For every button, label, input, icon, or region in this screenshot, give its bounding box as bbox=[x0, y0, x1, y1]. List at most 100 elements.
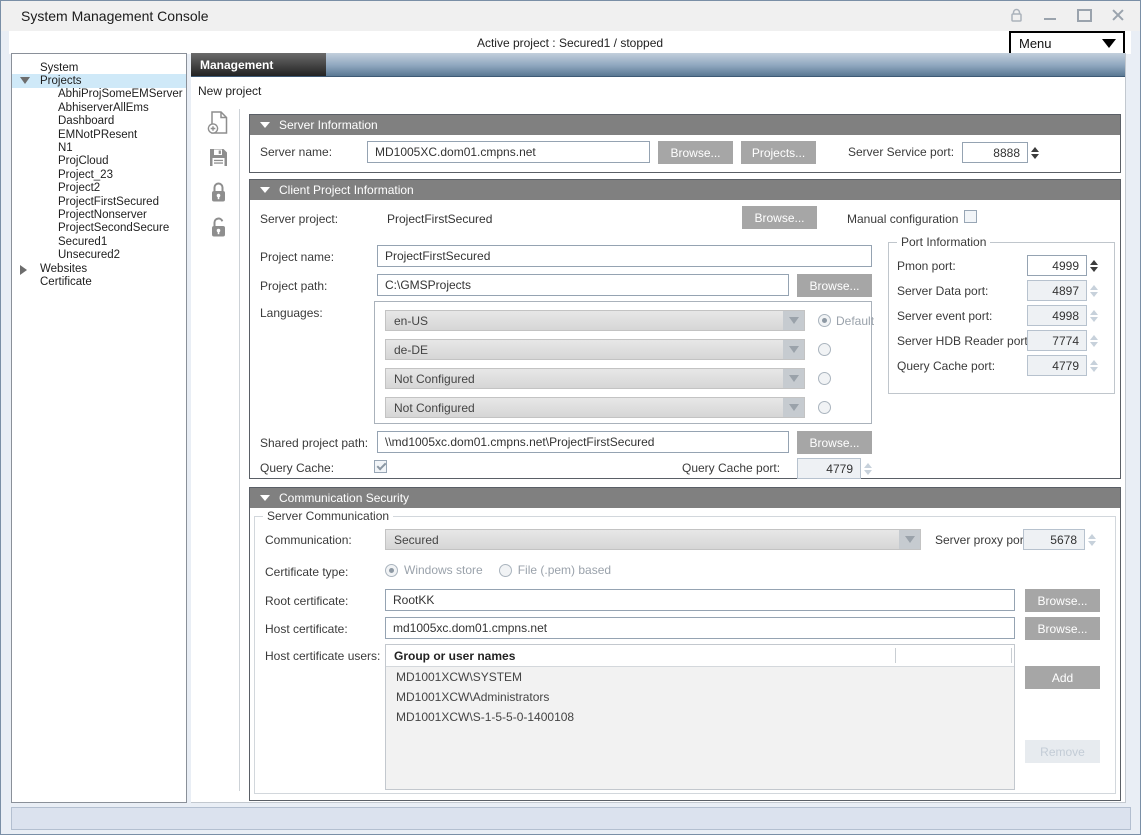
maximize-button[interactable] bbox=[1076, 7, 1092, 23]
server-information-header[interactable]: Server Information bbox=[250, 115, 1120, 135]
language-dropdown-3[interactable]: Not Configured bbox=[385, 368, 805, 389]
tree-item-projects[interactable]: Projects bbox=[12, 74, 186, 87]
menu-label: Menu bbox=[1019, 36, 1102, 51]
app-title: System Management Console bbox=[21, 8, 209, 24]
chevron-down-icon bbox=[783, 398, 804, 417]
port-information-legend: Port Information bbox=[897, 235, 990, 249]
unlock-button[interactable] bbox=[205, 214, 231, 240]
tree-item-websites[interactable]: Websites bbox=[12, 262, 186, 275]
server-hdb-reader-port-label: Server HDB Reader port: bbox=[897, 334, 1031, 348]
root-certificate-label: Root certificate: bbox=[265, 594, 348, 608]
tree-item-project[interactable]: ProjectFirstSecured bbox=[12, 195, 186, 208]
pmon-port-stepper[interactable] bbox=[1090, 260, 1098, 272]
save-button[interactable] bbox=[205, 144, 231, 170]
query-cache-port-label: Query Cache port: bbox=[682, 461, 780, 475]
status-strip bbox=[11, 807, 1131, 830]
host-certificate-input[interactable]: md1005xc.dom01.cmpns.net bbox=[385, 617, 1015, 639]
project-path-input[interactable]: C:\GMSProjects bbox=[377, 274, 789, 296]
section-client-project: Client Project Information Server projec… bbox=[249, 179, 1121, 479]
default-radio-label: Default bbox=[836, 314, 874, 328]
server-hdb-reader-port-input: 7774 bbox=[1027, 330, 1087, 351]
language-default-radio-3[interactable] bbox=[818, 372, 831, 385]
server-data-port-stepper bbox=[1090, 285, 1098, 297]
port-information-group: Port Information Pmon port: 4999 Server … bbox=[888, 242, 1115, 394]
root-certificate-input[interactable]: RootKK bbox=[385, 589, 1015, 611]
service-port-stepper[interactable] bbox=[1031, 147, 1039, 159]
tree-item-project[interactable]: Project_23 bbox=[12, 168, 186, 181]
chevron-down-icon bbox=[899, 530, 920, 549]
top-bar: Active project : Secured1 / stopped Menu bbox=[9, 31, 1131, 54]
navigation-tree: System Projects AbhiProjSomeEMServer Abh… bbox=[11, 53, 187, 803]
pmon-port-input[interactable]: 4999 bbox=[1027, 255, 1087, 276]
communication-dropdown[interactable]: Secured bbox=[385, 529, 921, 550]
client-project-header[interactable]: Client Project Information bbox=[250, 180, 1120, 200]
active-project-status: Active project : Secured1 / stopped bbox=[9, 36, 1131, 50]
tree-item-project[interactable]: ProjectSecondSecure bbox=[12, 222, 186, 235]
language-dropdown-4[interactable]: Not Configured bbox=[385, 397, 805, 418]
tree-item-system[interactable]: System bbox=[12, 61, 186, 74]
project-name-input[interactable]: ProjectFirstSecured bbox=[377, 245, 872, 267]
tree-item-project[interactable]: EMNotPResent bbox=[12, 128, 186, 141]
server-project-browse-button[interactable]: Browse... bbox=[742, 206, 817, 229]
title-bar: System Management Console bbox=[1, 1, 1140, 31]
toolbar-divider bbox=[239, 109, 240, 791]
lock-titlebar-icon bbox=[1008, 7, 1024, 23]
language-default-radio-4[interactable] bbox=[818, 401, 831, 414]
expander-right-icon[interactable] bbox=[20, 265, 27, 275]
user-list-item[interactable]: MD1001XCW\S-1-5-5-0-1400108 bbox=[386, 707, 1014, 727]
minimize-icon bbox=[1044, 18, 1056, 20]
language-dropdown-1[interactable]: en-US bbox=[385, 310, 805, 331]
project-name-label: Project name: bbox=[260, 250, 334, 264]
tab-strip: Management bbox=[191, 53, 1125, 77]
minimize-button[interactable] bbox=[1042, 7, 1058, 23]
root-certificate-browse-button[interactable]: Browse... bbox=[1025, 589, 1100, 612]
server-event-port-label: Server event port: bbox=[897, 309, 992, 323]
tree-item-project[interactable]: Unsecured2 bbox=[12, 248, 186, 261]
lock-button[interactable] bbox=[205, 179, 231, 205]
unlock-icon bbox=[209, 216, 228, 239]
tree-item-project[interactable]: Secured1 bbox=[12, 235, 186, 248]
windows-store-label: Windows store bbox=[404, 563, 483, 577]
language-default-radio-2[interactable] bbox=[818, 343, 831, 356]
tree-item-certificate[interactable]: Certificate bbox=[12, 275, 186, 288]
file-pem-radio[interactable] bbox=[499, 564, 512, 577]
user-list-item[interactable]: MD1001XCW\Administrators bbox=[386, 687, 1014, 707]
host-certificate-browse-button[interactable]: Browse... bbox=[1025, 617, 1100, 640]
project-path-label: Project path: bbox=[260, 279, 327, 293]
shared-project-path-input[interactable]: \\md1005xc.dom01.cmpns.net\ProjectFirstS… bbox=[377, 431, 789, 453]
query-cache-port-group-stepper bbox=[1090, 360, 1098, 372]
close-button[interactable] bbox=[1110, 7, 1126, 23]
tree-item-project[interactable]: Dashboard bbox=[12, 115, 186, 128]
language-dropdown-2[interactable]: de-DE bbox=[385, 339, 805, 360]
tree-item-project[interactable]: AbhiserverAllEms bbox=[12, 101, 186, 114]
server-name-input[interactable]: MD1005XC.dom01.cmpns.net bbox=[367, 141, 650, 163]
service-port-label: Server Service port: bbox=[848, 145, 954, 159]
tab-management[interactable]: Management bbox=[191, 53, 326, 76]
windows-store-radio[interactable] bbox=[385, 564, 398, 577]
server-event-port-input: 4998 bbox=[1027, 305, 1087, 326]
project-path-browse-button[interactable]: Browse... bbox=[797, 274, 872, 297]
user-list-item[interactable]: MD1001XCW\SYSTEM bbox=[386, 667, 1014, 687]
server-data-port-label: Server Data port: bbox=[897, 284, 988, 298]
communication-security-header[interactable]: Communication Security bbox=[250, 488, 1120, 508]
host-certificate-users-list[interactable]: Group or user names MD1001XCW\SYSTEM MD1… bbox=[385, 644, 1015, 790]
add-user-button[interactable]: Add bbox=[1025, 666, 1100, 689]
query-cache-checkbox[interactable] bbox=[374, 460, 387, 473]
tree-item-project[interactable]: N1 bbox=[12, 141, 186, 154]
tree-item-project[interactable]: Project2 bbox=[12, 182, 186, 195]
tree-item-project[interactable]: ProjectNonserver bbox=[12, 208, 186, 221]
service-port-input[interactable]: 8888 bbox=[962, 142, 1028, 163]
tree-item-project[interactable]: ProjCloud bbox=[12, 155, 186, 168]
shared-path-browse-button[interactable]: Browse... bbox=[797, 431, 872, 454]
save-icon bbox=[208, 147, 229, 168]
language-default-radio-1[interactable] bbox=[818, 314, 831, 327]
server-project-label: Server project: bbox=[260, 212, 338, 226]
projects-button[interactable]: Projects... bbox=[741, 141, 816, 164]
collapse-icon bbox=[260, 122, 270, 128]
new-project-button[interactable] bbox=[205, 109, 231, 135]
server-browse-button[interactable]: Browse... bbox=[658, 141, 733, 164]
server-proxy-port-label: Server proxy port: bbox=[935, 533, 1030, 547]
expander-down-icon[interactable] bbox=[20, 77, 30, 84]
tree-item-project[interactable]: AbhiProjSomeEMServer bbox=[12, 88, 186, 101]
manual-configuration-checkbox[interactable] bbox=[964, 210, 977, 223]
